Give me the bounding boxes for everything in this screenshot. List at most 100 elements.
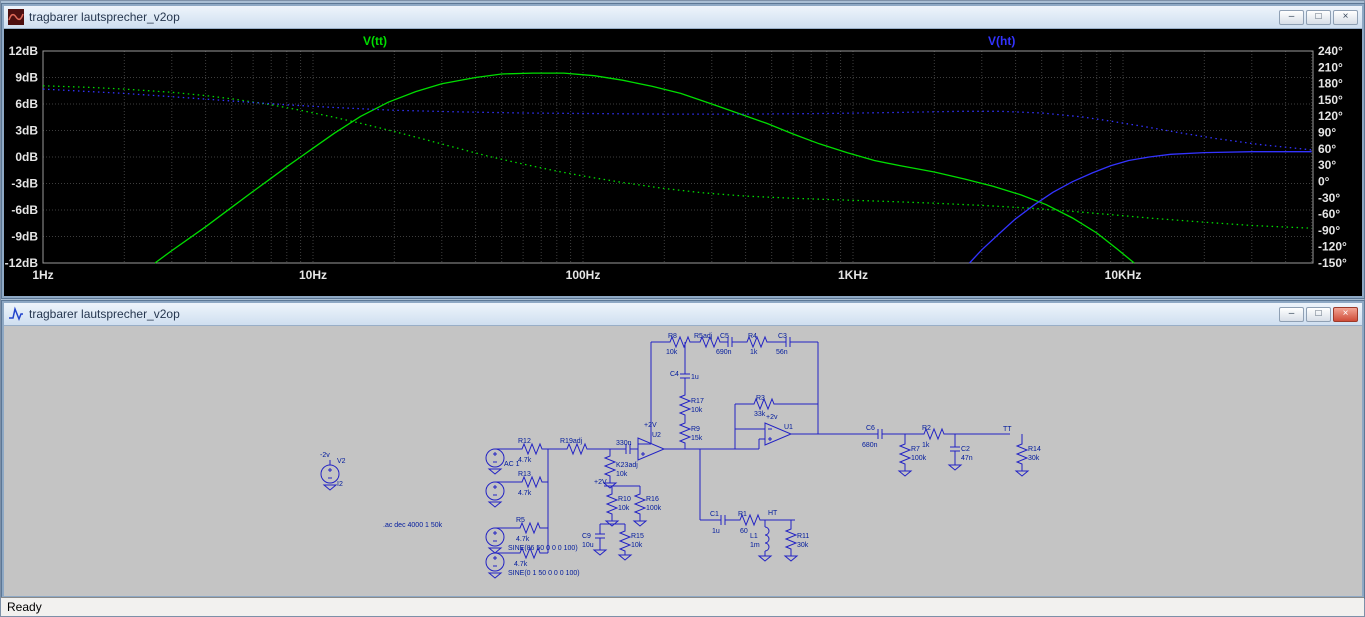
svg-text:1k: 1k — [922, 442, 930, 449]
waveform-window-icon — [8, 9, 24, 25]
svg-text:60°: 60° — [1318, 142, 1336, 156]
svg-text:3dB: 3dB — [15, 124, 38, 138]
schematic-canvas-svg[interactable]: -2vV2I2.ac dec 4000 1 50kAC 1R124.7kR19a… — [4, 326, 1362, 596]
svg-text:-60°: -60° — [1318, 207, 1340, 221]
svg-text:C4: C4 — [670, 371, 679, 378]
svg-text:10KHz: 10KHz — [1105, 268, 1142, 282]
svg-text:330n: 330n — [616, 440, 632, 447]
svg-text:R3: R3 — [756, 395, 765, 402]
svg-text:R2: R2 — [922, 425, 931, 432]
svg-text:R5adj: R5adj — [694, 333, 713, 340]
svg-text:R9: R9 — [691, 426, 700, 433]
svg-text:R15: R15 — [631, 533, 644, 540]
svg-text:120°: 120° — [1318, 109, 1343, 123]
svg-text:10k: 10k — [666, 349, 678, 356]
svg-text:15k: 15k — [691, 435, 703, 442]
svg-text:-120°: -120° — [1318, 240, 1347, 254]
svg-text:680n: 680n — [862, 442, 878, 449]
minimize-button[interactable]: – — [1279, 307, 1304, 322]
svg-text:0°: 0° — [1318, 175, 1330, 189]
svg-text:47n: 47n — [961, 455, 973, 462]
svg-text:SINE(86 50 0 0 0 100): SINE(86 50 0 0 0 100) — [508, 545, 578, 552]
svg-text:0dB: 0dB — [15, 150, 38, 164]
schematic-canvas[interactable]: -2vV2I2.ac dec 4000 1 50kAC 1R124.7kR19a… — [4, 326, 1362, 596]
waveform-plot-area[interactable]: 12dB9dB6dB3dB0dB-3dB-6dB-9dB-12dB240°210… — [4, 29, 1362, 296]
svg-text:+2V: +2V — [644, 422, 657, 429]
svg-text:TT: TT — [1003, 426, 1012, 433]
svg-text:10u: 10u — [582, 542, 594, 549]
svg-text:4.7k: 4.7k — [514, 561, 528, 568]
svg-text:C6: C6 — [866, 425, 875, 432]
svg-text:-6dB: -6dB — [11, 203, 38, 217]
svg-text:R11: R11 — [797, 533, 809, 540]
minimize-button[interactable]: – — [1279, 10, 1304, 25]
svg-text:1m: 1m — [750, 542, 760, 549]
waveform-window-titlebar[interactable]: tragbarer lautsprecher_v2op – □ × — [4, 6, 1362, 29]
svg-text:V2: V2 — [337, 458, 346, 465]
waveform-icon — [8, 9, 24, 25]
svg-text:90°: 90° — [1318, 126, 1336, 140]
svg-text:-9dB: -9dB — [11, 230, 38, 244]
svg-text:12dB: 12dB — [9, 44, 39, 58]
svg-text:30k: 30k — [797, 542, 809, 549]
waveform-window-controls: – □ × — [1279, 10, 1358, 25]
ltspice-app: tragbarer lautsprecher_v2op – □ × 12dB9d… — [0, 0, 1365, 617]
svg-text:56n: 56n — [776, 349, 788, 356]
svg-text:180°: 180° — [1318, 77, 1343, 91]
close-button[interactable]: × — [1333, 307, 1358, 322]
svg-text:33k: 33k — [754, 411, 766, 418]
svg-text:6dB: 6dB — [15, 97, 38, 111]
svg-text:30°: 30° — [1318, 158, 1336, 172]
bode-plot-canvas[interactable]: 12dB9dB6dB3dB0dB-3dB-6dB-9dB-12dB240°210… — [4, 29, 1362, 296]
svg-text:C1: C1 — [710, 511, 719, 518]
svg-text:1KHz: 1KHz — [838, 268, 868, 282]
svg-text:R12: R12 — [518, 438, 531, 445]
svg-text:100k: 100k — [911, 455, 927, 462]
close-button[interactable]: × — [1333, 10, 1358, 25]
schematic-window-title: tragbarer lautsprecher_v2op — [29, 307, 1274, 321]
svg-text:10k: 10k — [691, 407, 703, 414]
svg-text:SINE(0 1 50 0 0 0 100): SINE(0 1 50 0 0 0 100) — [508, 570, 580, 577]
svg-text:R10: R10 — [618, 496, 631, 503]
svg-text:1k: 1k — [750, 349, 758, 356]
svg-text:30k: 30k — [1028, 455, 1040, 462]
svg-text:V(tt): V(tt) — [363, 34, 387, 48]
schematic-window: tragbarer lautsprecher_v2op – □ × -2vV2I… — [2, 301, 1364, 598]
svg-text:240°: 240° — [1318, 44, 1343, 58]
schematic-window-titlebar[interactable]: tragbarer lautsprecher_v2op – □ × — [4, 303, 1362, 326]
svg-text:R16: R16 — [646, 496, 659, 503]
svg-text:R8: R8 — [668, 333, 677, 340]
restore-button[interactable]: □ — [1306, 10, 1331, 25]
svg-text:.ac dec 4000 1 50k: .ac dec 4000 1 50k — [383, 522, 443, 529]
svg-text:C3: C3 — [778, 333, 787, 340]
svg-text:60: 60 — [740, 528, 748, 535]
svg-text:R14: R14 — [1028, 446, 1041, 453]
svg-text:L1: L1 — [750, 533, 758, 540]
svg-text:1Hz: 1Hz — [32, 268, 53, 282]
svg-text:-30°: -30° — [1318, 191, 1340, 205]
svg-text:C9: C9 — [582, 533, 591, 540]
schematic-icon — [8, 306, 24, 322]
svg-text:I2: I2 — [337, 481, 343, 488]
svg-text:4.7k: 4.7k — [518, 490, 532, 497]
svg-text:4.7k: 4.7k — [516, 536, 530, 543]
svg-text:1u: 1u — [691, 374, 699, 381]
svg-text:150°: 150° — [1318, 93, 1343, 107]
svg-text:-3dB: -3dB — [11, 177, 38, 191]
svg-text:R5: R5 — [516, 517, 525, 524]
svg-text:210°: 210° — [1318, 60, 1343, 74]
svg-text:-150°: -150° — [1318, 256, 1347, 270]
svg-text:R17: R17 — [691, 398, 704, 405]
waveform-window-title: tragbarer lautsprecher_v2op — [29, 10, 1274, 24]
restore-button[interactable]: □ — [1306, 307, 1331, 322]
svg-text:C2: C2 — [961, 446, 970, 453]
schematic-icon-glyph — [9, 309, 23, 319]
svg-text:4.7k: 4.7k — [518, 457, 532, 464]
svg-text:100Hz: 100Hz — [566, 268, 601, 282]
svg-text:R13: R13 — [518, 471, 531, 478]
svg-text:U2: U2 — [652, 432, 661, 439]
svg-text:R7: R7 — [911, 446, 920, 453]
svg-text:+2v: +2v — [766, 414, 778, 421]
svg-text:R19adj: R19adj — [560, 438, 583, 445]
svg-text:690n: 690n — [716, 349, 732, 356]
